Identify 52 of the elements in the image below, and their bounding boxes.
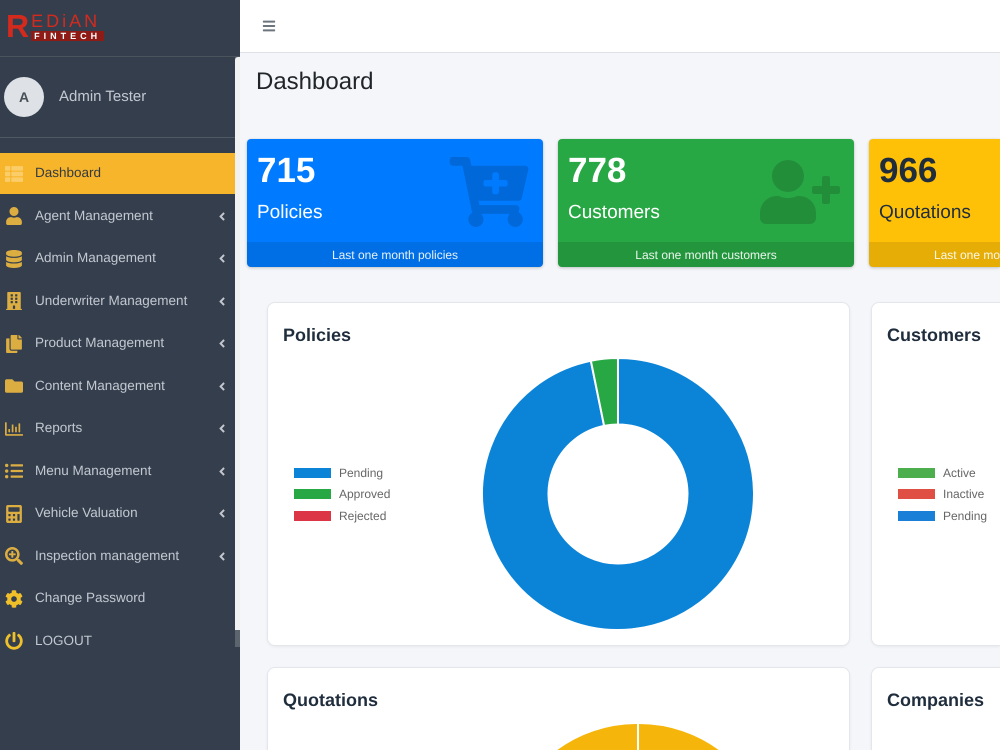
sidebar-item[interactable]: Admin Management <box>0 238 235 279</box>
legend-label: Approved <box>339 486 390 503</box>
power-icon <box>5 632 23 650</box>
sidebar-item[interactable]: Underwriter Management <box>0 280 235 322</box>
settings-icon <box>5 590 23 608</box>
stat-value: 715 <box>257 150 316 192</box>
user-icon <box>5 207 23 225</box>
logo-name: EDiAN <box>31 12 102 30</box>
sidebar-item[interactable]: Vehicle Valuation <box>0 493 235 534</box>
list-icon <box>5 462 23 480</box>
sidebar-item[interactable]: Menu Management <box>0 450 235 492</box>
menu-icon <box>262 19 276 33</box>
avatar: A <box>4 77 44 117</box>
sidebar-item[interactable]: Inspection management <box>0 536 235 576</box>
cart-plus-icon <box>449 157 529 227</box>
building-icon <box>5 292 23 310</box>
bar-chart-icon <box>5 420 23 438</box>
card-title: Customers <box>887 325 982 345</box>
folder-icon <box>5 377 23 395</box>
legend-label: Rejected <box>339 508 386 524</box>
legend-label: Active <box>943 464 976 482</box>
sidebar-item[interactable]: Dashboard <box>0 153 235 194</box>
user-name: Admin Tester <box>59 86 146 107</box>
legend-label: Pending <box>943 508 988 524</box>
sidebar-item[interactable]: Agent Management <box>0 196 235 236</box>
documents-icon <box>5 334 23 352</box>
zoom-in-icon <box>5 547 23 565</box>
card-title: Policies <box>283 325 352 345</box>
logo-mark: R <box>6 10 30 42</box>
stat-footer: Last one mo <box>869 242 1000 267</box>
card-title: Companies <box>887 690 984 710</box>
user-plus-icon <box>760 157 840 227</box>
calculator-icon <box>5 504 23 522</box>
stat-value: 966 <box>879 150 938 192</box>
sidebar-item[interactable]: Change Password <box>0 578 235 619</box>
database-icon <box>5 250 23 268</box>
card-title: Quotations <box>283 690 378 710</box>
stat-value: 778 <box>568 150 628 192</box>
legend-label: Pending <box>339 464 384 482</box>
sidebar-item[interactable]: Content Management <box>0 366 235 406</box>
page-title: Dashboard <box>256 67 374 97</box>
stat-label: Policies <box>257 201 322 225</box>
logo-tagline: FINTECH <box>31 31 104 41</box>
legend-label: Inactive <box>943 486 984 503</box>
stat-footer: Last one month customers <box>558 242 854 267</box>
stat-label: Customers <box>568 201 660 225</box>
stat-label: Quotations <box>879 201 971 225</box>
sidebar-item[interactable]: Product Management <box>0 323 235 364</box>
stat-footer: Last one month policies <box>247 242 543 267</box>
sidebar-item[interactable]: Reports <box>0 408 235 449</box>
sidebar-item[interactable]: LOGOUT <box>0 620 235 662</box>
list-icon <box>5 164 23 182</box>
